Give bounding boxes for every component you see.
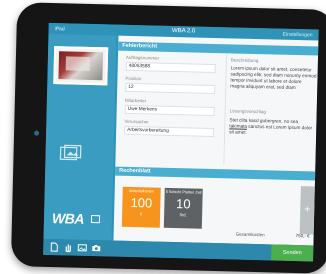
ipad-device: iPad WBA 2.0 Einstellungen WBA Fehlerber… <box>10 2 326 274</box>
mitarbeiter-label: Mitarbeiter <box>124 97 147 104</box>
settings-link[interactable]: Einstellungen <box>282 32 312 39</box>
column-divider <box>223 54 228 165</box>
camera-icon[interactable] <box>91 243 101 253</box>
wba-logo: WBA <box>51 210 85 227</box>
verursacher-field[interactable]: Arbeitsvorbereitung <box>124 125 215 138</box>
cost-bucket-material[interactable]: Materialkosten 100 € <box>121 186 161 228</box>
image-icon[interactable] <box>77 243 87 253</box>
fehlerbericht-header: Fehlerbericht <box>118 41 319 56</box>
auftragsnummer-label: Auftragsnummer <box>125 54 160 61</box>
bucket-value: 10 <box>175 195 191 211</box>
beschreibung-label: Beschreibung <box>230 57 259 64</box>
main-content: Fehlerbericht Auftragsnummer 48053588 Po… <box>113 35 319 246</box>
bucket-value: 100 <box>130 194 153 211</box>
cost-bucket-time[interactable]: 5 Schicht Platten Zeit 10 Std. <box>163 187 203 229</box>
hand-icon[interactable] <box>63 242 73 253</box>
total-label: Gesamtkosten <box>235 231 265 238</box>
bucket-unit: Std. <box>179 211 187 217</box>
add-bucket-button[interactable]: + <box>299 186 315 235</box>
photo-detail <box>65 56 90 71</box>
verursacher-label: Verursacher <box>124 118 149 125</box>
bucket-label: 5 Schicht Platten Zeit <box>165 189 202 195</box>
logo-square-icon <box>90 215 101 224</box>
mitarbeiter-field[interactable]: Uwe Merkens <box>124 104 215 117</box>
add-photo-icon[interactable] <box>59 144 82 163</box>
sidebar: WBA <box>43 33 117 241</box>
beschreibung-text[interactable]: Lorem ipsum dolor sit amet, consetetur s… <box>230 65 317 91</box>
document-icon[interactable] <box>49 242 59 252</box>
position-field[interactable]: 12 <box>125 82 216 95</box>
rechenblatt-header: Rechenblatt <box>115 166 316 181</box>
send-button[interactable]: Senden <box>271 244 314 262</box>
total-value: 750,- € <box>295 233 310 239</box>
loesung-text-link: takimata <box>229 123 248 129</box>
bucket-label: Materialkosten <box>129 188 155 194</box>
position-label: Position <box>125 75 142 82</box>
loesung-label: Lösungsvorschlag <box>229 108 267 115</box>
device-camera <box>34 130 40 136</box>
photo-thumbnail[interactable] <box>53 46 109 86</box>
auftragsnummer-field[interactable]: 48053588 <box>125 61 216 74</box>
app-screen: iPad WBA 2.0 Einstellungen WBA Fehlerber… <box>43 22 319 262</box>
loesung-text[interactable]: Stet clita kasd gubergren, no sea takima… <box>229 117 315 137</box>
bucket-unit: € <box>139 210 143 216</box>
